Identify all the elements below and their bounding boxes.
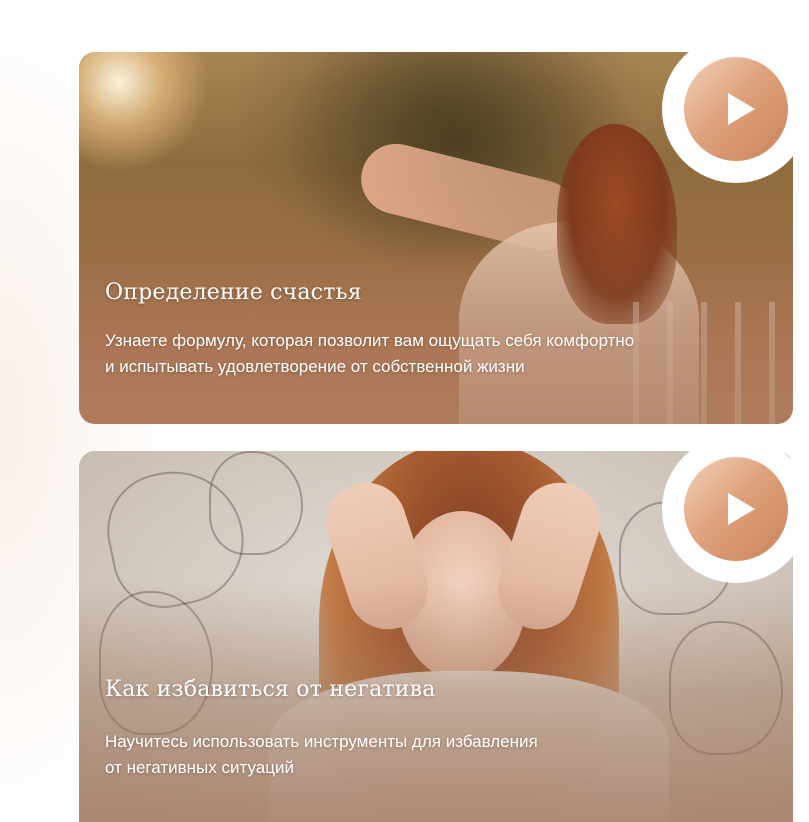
- card-description-line: и испытывать удовлетворение от собственн…: [105, 357, 525, 376]
- card-description: Научитесь использовать инструменты для и…: [105, 729, 665, 781]
- play-button-circle[interactable]: [684, 457, 788, 561]
- card-title: Как избавиться от негатива: [105, 677, 436, 702]
- play-icon: [728, 93, 755, 125]
- play-button-circle[interactable]: [684, 57, 788, 161]
- page: Определение счастья Узнаете формулу, кот…: [0, 0, 809, 822]
- play-button[interactable]: [662, 435, 809, 583]
- card-description: Узнаете формулу, которая позволит вам ощ…: [105, 328, 745, 380]
- play-button[interactable]: [662, 35, 809, 183]
- play-icon: [728, 493, 755, 525]
- card-title: Определение счастья: [105, 280, 362, 305]
- card-description-line: Узнаете формулу, которая позволит вам ощ…: [105, 331, 635, 350]
- card-description-line: от негативных ситуаций: [105, 758, 294, 777]
- card-description-line: Научитесь использовать инструменты для и…: [105, 732, 538, 751]
